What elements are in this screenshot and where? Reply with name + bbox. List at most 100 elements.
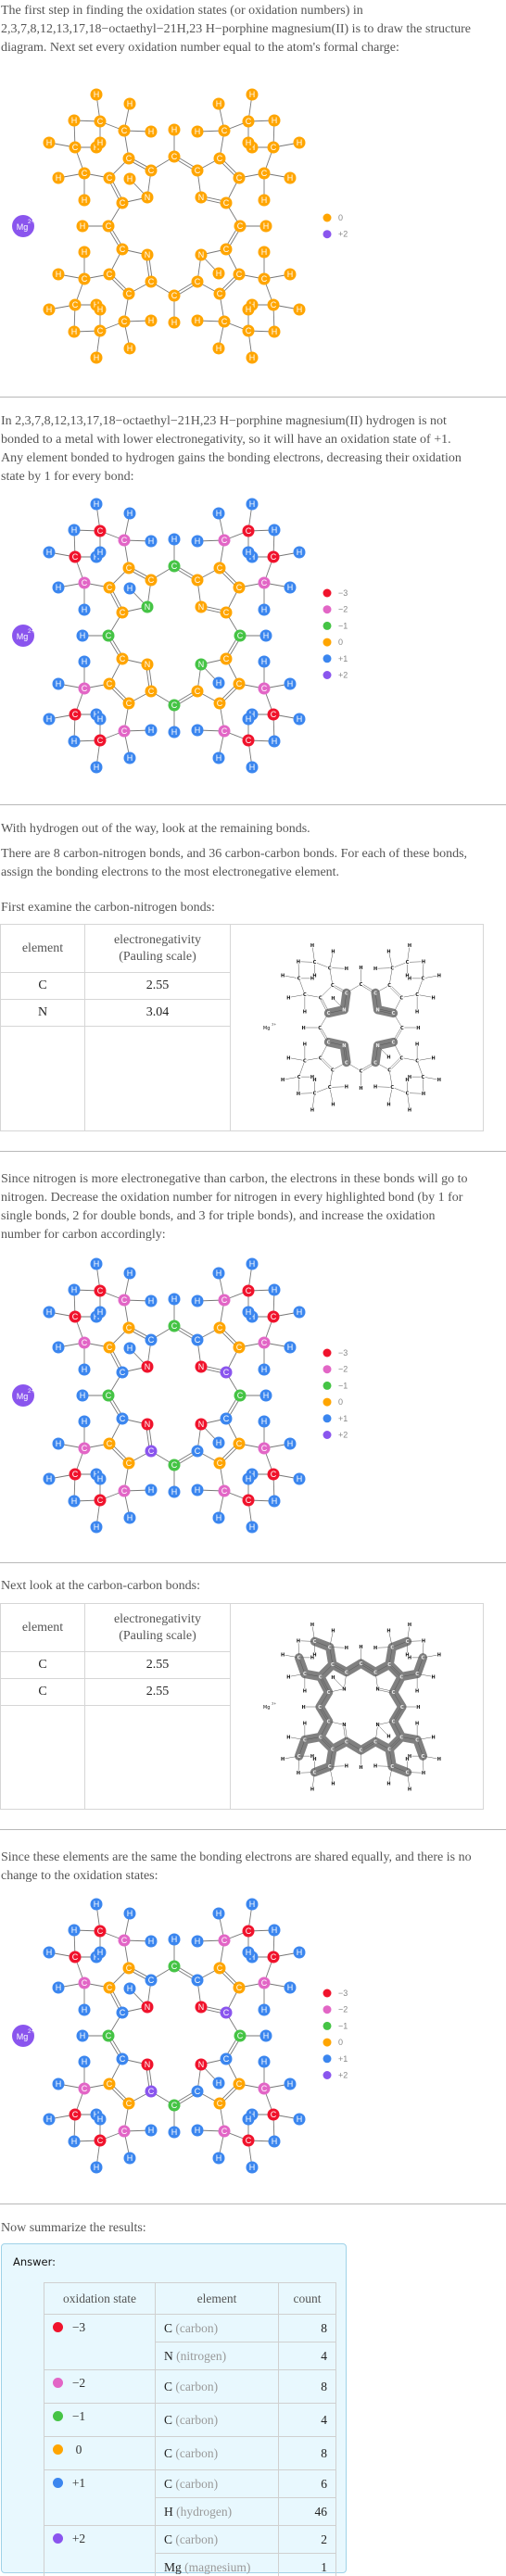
atom-label: H — [437, 974, 441, 979]
legend-label: +2 — [338, 1431, 348, 1440]
atom-label: C — [106, 2031, 112, 2040]
atom-label: H — [272, 2137, 278, 2146]
atom-label: H — [148, 1296, 155, 1306]
atom-label: C — [126, 1964, 133, 1973]
atom-label: H — [216, 753, 222, 763]
element-cell: C (carbon) — [155, 2403, 279, 2437]
atom-label: C — [331, 1067, 335, 1073]
atom-label: H — [249, 353, 256, 362]
atom-label: C — [120, 654, 126, 663]
atom-label: H — [246, 1948, 252, 1957]
atom-H: H — [68, 1924, 81, 1937]
legend-dot-icon — [323, 621, 332, 630]
element-name: (carbon) — [175, 2379, 219, 2393]
atom-label: H — [302, 1026, 306, 1031]
atom-C: C — [220, 606, 233, 619]
atom-label: C — [313, 1091, 317, 1096]
atom-label: H — [216, 1513, 222, 1522]
atom-H: H — [284, 677, 297, 690]
atom-H: H — [145, 125, 158, 138]
legend-label: +1 — [338, 1414, 348, 1423]
atom-label: C — [97, 117, 104, 126]
atom-H: H — [268, 2135, 281, 2148]
atom-C: C — [242, 524, 255, 537]
table-row: 0C (carbon) 8 — [44, 2436, 336, 2470]
atom-label: C — [82, 578, 88, 587]
atom-label: C — [422, 977, 425, 982]
atom-label: C — [120, 608, 126, 617]
atom-N: N — [141, 600, 154, 613]
legend-label: −3 — [338, 1989, 348, 1998]
atom-label: H — [386, 1102, 390, 1107]
legend-label: −1 — [338, 621, 348, 630]
atom-C: C — [242, 1494, 255, 1507]
atom-label: C — [422, 1656, 425, 1661]
atom-label: C — [261, 274, 268, 284]
atom-label: C — [106, 631, 112, 640]
atom-label: H — [263, 631, 270, 640]
atom-C: C — [220, 2006, 233, 2019]
legend-label: −3 — [338, 1348, 348, 1357]
atom-label: C — [107, 2079, 113, 2089]
atom-label: C — [261, 1978, 268, 1988]
atom-label: H — [127, 99, 133, 108]
atom-label: H — [97, 1307, 104, 1317]
atom-label: C — [318, 1705, 322, 1711]
atom-label: C — [223, 245, 230, 254]
atom-label: C — [415, 1058, 419, 1064]
atom-C: C — [69, 708, 82, 721]
atom-H: H — [90, 761, 103, 774]
atom-label: C — [97, 1496, 104, 1505]
atom-label: N — [145, 250, 151, 259]
atom-label: H — [287, 1439, 294, 1448]
atom-label: C — [422, 1075, 425, 1080]
summarize-text: Now summarize the results: — [1, 2221, 146, 2235]
atom-H: H — [43, 1306, 56, 1319]
atom-label: H — [287, 679, 294, 688]
atom-label: C — [237, 2031, 244, 2040]
atom-label: C — [261, 2084, 268, 2093]
atom-C: C — [220, 2052, 233, 2065]
atom-label: H — [216, 269, 222, 278]
atom-C: C — [116, 2006, 129, 2019]
bond — [304, 1057, 321, 1061]
atom-label: C — [246, 1286, 252, 1295]
atom-label: C — [392, 1040, 396, 1045]
atom-C: C — [213, 562, 226, 575]
atom-C: C — [267, 141, 280, 154]
atom-H: H — [90, 88, 103, 101]
atom-label: C — [107, 1439, 113, 1448]
atom-label: N — [145, 1420, 151, 1429]
bond — [304, 994, 321, 998]
atom-C: C — [258, 1336, 271, 1349]
atom-label: C — [392, 1011, 396, 1017]
color-dot-icon — [53, 2478, 63, 2488]
atom-label: H — [415, 1009, 419, 1015]
atom-H: H — [191, 1294, 204, 1307]
atom-H: H — [145, 1294, 158, 1307]
atom-label: H — [297, 548, 303, 557]
atom-label: C — [399, 1055, 403, 1061]
atom-C: C — [234, 2029, 247, 2042]
atom-label: C — [261, 684, 268, 693]
atom-label: H — [303, 1009, 307, 1015]
table-row: +2 C (carbon) 2 — [44, 2525, 336, 2576]
atom-C: C — [191, 1333, 204, 1346]
atom-H: H — [268, 1495, 281, 1508]
atom-H: H — [284, 581, 297, 594]
element-symbol: H — [164, 2504, 177, 2519]
bond — [297, 961, 315, 963]
atom-label: C — [319, 995, 323, 1001]
atom-label: H — [272, 737, 278, 746]
element-cell: C (carbon) — [155, 2369, 279, 2404]
atom-label: H — [97, 714, 104, 724]
atom-C: C — [94, 115, 107, 128]
atom-C: C — [103, 171, 116, 184]
atom-label: C — [97, 736, 104, 745]
oxidation-state-cell: +1 — [44, 2469, 156, 2526]
atom-label: C — [121, 1295, 128, 1305]
atom-C: C — [122, 152, 135, 165]
element-cell: H (hydrogen) — [155, 2497, 279, 2526]
atom-H: H — [123, 342, 136, 355]
atom-C: C — [267, 1468, 280, 1481]
